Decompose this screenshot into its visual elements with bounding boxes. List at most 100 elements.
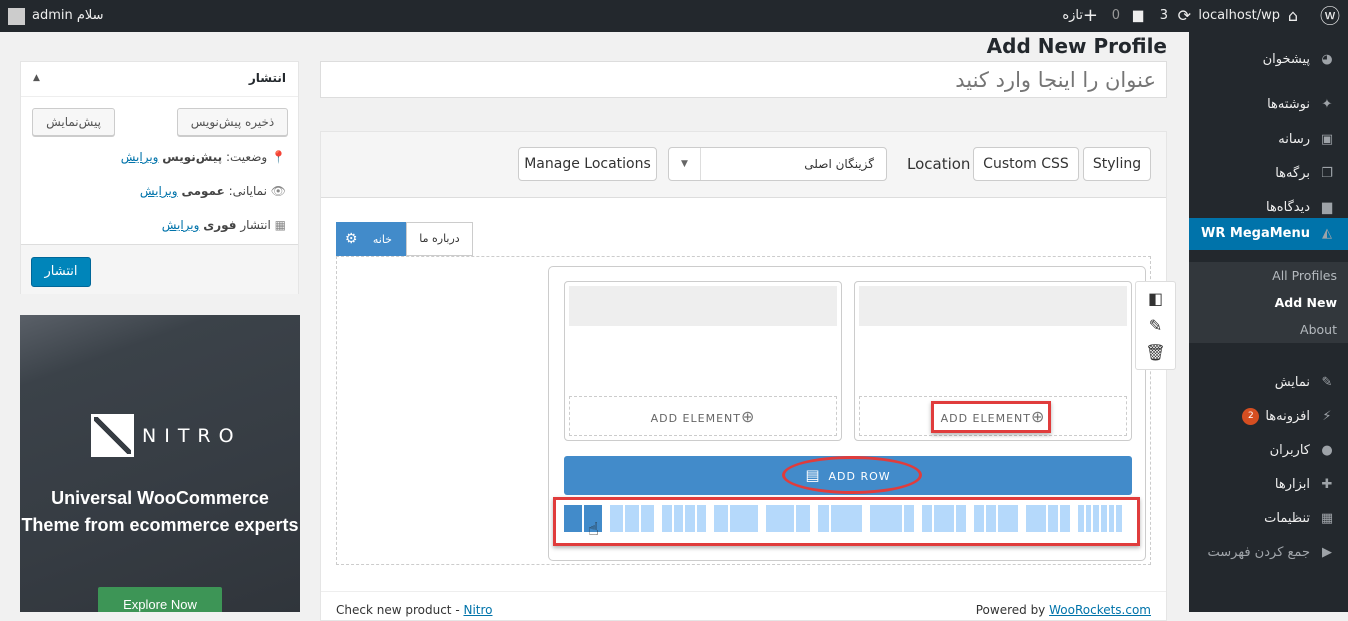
wordpress-logo-icon[interactable]: ⓦ <box>1320 0 1340 32</box>
sidebar-item-label: نمایش <box>1274 375 1310 390</box>
sidebar-item[interactable]: ◭ WR MegaMenu <box>1189 218 1348 250</box>
custom-css-button[interactable]: Custom CSS <box>973 147 1079 181</box>
plus-icon[interactable]: + <box>1083 0 1098 32</box>
column-header <box>859 286 1127 326</box>
sidebar-item-label: برگه‌ها <box>1275 166 1310 181</box>
avatar[interactable] <box>8 8 25 25</box>
ad-headline-line2: Theme from ecommerce experts <box>21 515 299 535</box>
sidebar-item[interactable]: ✎ نمایش <box>1189 367 1348 399</box>
footer-divider <box>321 591 1166 592</box>
sidebar-item-label: کاربران <box>1269 443 1310 458</box>
hand-cursor-icon: ☝ <box>588 519 599 540</box>
pin-icon: 📍 <box>271 150 286 164</box>
sidebar-item-label: WR MegaMenu <box>1201 226 1310 241</box>
add-element-button[interactable]: ADD ELEMENT⊕ <box>569 396 837 436</box>
settings-icon: ▦ <box>1320 511 1334 526</box>
comment-icon[interactable]: ▆ <box>1133 0 1143 32</box>
sidebar-item[interactable]: ✚ ابزارها <box>1189 469 1348 501</box>
styling-button[interactable]: Styling <box>1083 147 1151 181</box>
site-link[interactable]: localhost/wp <box>1198 0 1280 32</box>
updates-count[interactable]: 3 <box>1160 0 1168 32</box>
nitro-link[interactable]: Nitro <box>463 603 492 617</box>
sidebar-item-label: رسانه <box>1278 132 1310 147</box>
ad-headline-line1: Universal WooCommerce <box>51 488 269 508</box>
page-title: Add New Profile <box>986 34 1167 58</box>
sidebar-item[interactable]: ● کاربران <box>1189 435 1348 467</box>
submenu-item[interactable]: About <box>1189 316 1348 343</box>
submenu-item[interactable]: All Profiles <box>1189 262 1348 289</box>
calendar-icon: ▦ <box>274 218 286 232</box>
wrench-icon: ✚ <box>1321 477 1333 492</box>
media-icon: ▣ <box>1320 132 1334 147</box>
pages-icon: ❐ <box>1321 166 1333 181</box>
schedule-value: فوری <box>203 218 237 232</box>
sidebar-item-label: جمع کردن فهرست <box>1207 545 1310 560</box>
visibility-label: نمایانی: <box>228 184 267 198</box>
publish-title: انتشار <box>248 71 286 85</box>
gear-icon[interactable]: ⚙ <box>345 231 358 247</box>
sidebar-item[interactable]: ▦ تنظیمات <box>1189 503 1348 535</box>
woorockets-link[interactable]: WooRockets.com <box>1049 603 1151 617</box>
sidebar-item[interactable]: ▣ رسانه <box>1189 124 1348 156</box>
title-input[interactable] <box>320 61 1167 98</box>
sidebar-item[interactable]: ⚡ افزونه‌ها 2 <box>1189 401 1348 433</box>
comments-count[interactable]: 0 <box>1112 0 1120 32</box>
admin-bar: ⓦ ⌂ localhost/wp ⟳ 3 ▆ 0 + تازه سلام adm… <box>0 0 1348 32</box>
row-toolbar: ◧ ✎ 🗑 <box>1135 281 1176 370</box>
columns-icon[interactable]: ◧ <box>1136 285 1175 312</box>
home-icon: ⌂ <box>1287 6 1298 25</box>
edit-status-link[interactable]: ویرایش <box>121 150 159 164</box>
dashboard-icon: ◕ <box>1321 52 1333 67</box>
eye-icon: 👁 <box>270 184 286 198</box>
sidebar-item-label: ابزارها <box>1274 477 1310 492</box>
nitro-ad-banner[interactable]: NITRO Universal WooCommerce Theme from e… <box>20 315 300 612</box>
publish-box-header[interactable]: انتشار ▲ <box>21 62 298 97</box>
location-select[interactable]: گزینگان اصلی ▼ <box>668 147 887 181</box>
column: ADD ELEMENT⊕ <box>564 281 842 441</box>
ad-headline: Universal WooCommerce Theme from ecommer… <box>20 485 300 539</box>
location-label: Location <box>907 155 971 173</box>
sidebar-item[interactable]: ❐ برگه‌ها <box>1189 158 1348 190</box>
tab-about[interactable]: درباره ما <box>406 222 473 256</box>
publish-box: انتشار ▲ ذخیره پیش‌نویس پیش‌نمایش 📍 وضعی… <box>20 61 299 294</box>
update-badge: 2 <box>1242 408 1260 425</box>
edit-icon[interactable]: ✎ <box>1136 312 1175 339</box>
footer-right: Powered by WooRockets.com <box>976 603 1151 617</box>
preview-button[interactable]: پیش‌نمایش <box>32 108 115 136</box>
highlight-box <box>931 401 1051 433</box>
collapse-arrow-icon[interactable]: ▲ <box>33 62 40 95</box>
manage-locations-button[interactable]: Manage Locations <box>518 147 657 181</box>
sidebar-item-label: پیشخوان <box>1262 52 1310 67</box>
highlight-ellipse <box>782 456 922 494</box>
chevron-down-icon: ▼ <box>669 148 701 180</box>
trash-icon[interactable]: 🗑 <box>1136 339 1175 366</box>
megamenu-icon: ◭ <box>1322 226 1332 241</box>
tab-home[interactable]: خانه ⚙ <box>336 222 406 256</box>
user-icon: ● <box>1321 443 1333 458</box>
nitro-logo-icon <box>91 414 134 457</box>
sidebar-item-label: تنظیمات <box>1264 511 1310 526</box>
edit-schedule-link[interactable]: ویرایش <box>162 218 200 232</box>
footer-right-text: Powered by <box>975 603 1050 617</box>
sidebar-item[interactable]: ▶ جمع کردن فهرست <box>1189 537 1348 569</box>
column-header <box>569 286 837 326</box>
megamenu-submenu: All Profiles Add New About <box>1189 262 1348 343</box>
edit-visibility-link[interactable]: ویرایش <box>140 184 178 198</box>
add-element-label: ADD ELEMENT <box>650 412 741 425</box>
plus-circle-icon: ⊕ <box>740 407 756 426</box>
updates-icon[interactable]: ⟳ <box>1178 0 1191 32</box>
submenu-item[interactable]: Add New <box>1189 289 1348 316</box>
new-content-link[interactable]: تازه <box>1062 0 1083 32</box>
save-draft-button[interactable]: ذخیره پیش‌نویس <box>177 108 288 136</box>
status-value: پیش‌نویس <box>162 150 223 164</box>
publish-actions: انتشار <box>21 244 298 294</box>
location-select-value: گزینگان اصلی <box>804 157 874 171</box>
sidebar-item-label: نوشته‌ها <box>1267 97 1310 112</box>
status-label: وضعیت: <box>225 150 268 164</box>
publish-button[interactable]: انتشار <box>31 257 91 287</box>
tab-label: خانه <box>372 233 392 246</box>
sidebar-item[interactable]: ✦ نوشته‌ها <box>1189 89 1348 121</box>
explore-now-button[interactable]: Explore Now <box>98 587 222 612</box>
greeting[interactable]: سلام admin <box>32 0 104 32</box>
sidebar-item[interactable]: ◕ پیشخوان <box>1189 44 1348 76</box>
